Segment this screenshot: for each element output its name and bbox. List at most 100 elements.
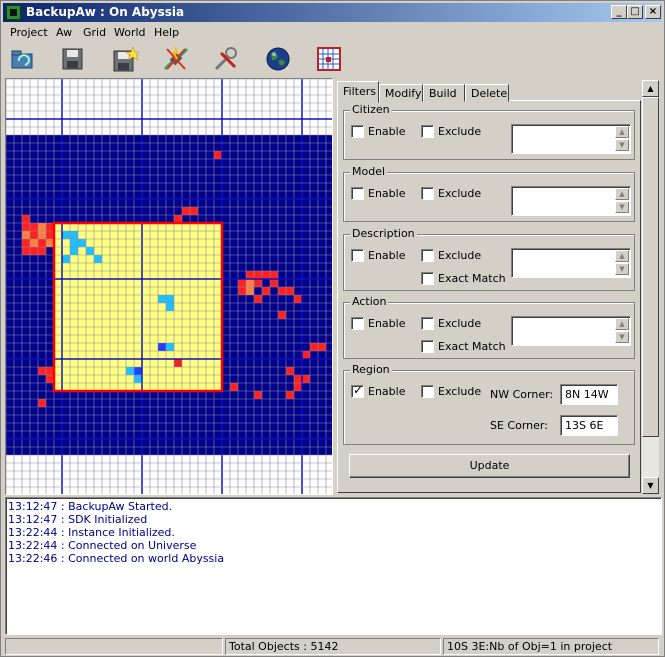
action-enable-checkbox[interactable]: [351, 317, 364, 330]
object-cell: [174, 359, 182, 367]
update-button[interactable]: Update: [349, 454, 630, 478]
disconnect-icon: [163, 46, 189, 71]
description-exclude-checkbox[interactable]: [421, 249, 434, 262]
toolbar: [3, 43, 662, 75]
description-exact-match-checkbox[interactable]: [421, 272, 434, 285]
close-button[interactable]: ×: [645, 5, 661, 19]
description-enable-checkbox[interactable]: [351, 249, 364, 262]
menu-aw[interactable]: Aw: [56, 26, 72, 39]
object-cell: [94, 255, 102, 263]
citizen-enable-checkbox[interactable]: [351, 125, 364, 138]
maximize-button[interactable]: □: [627, 5, 643, 19]
scroll-thumb[interactable]: [642, 97, 659, 437]
model-exclude-label: Exclude: [438, 187, 482, 200]
scroll-down-button[interactable]: ▼: [642, 477, 659, 494]
app-icon: [6, 5, 21, 20]
object-cell: [70, 247, 78, 255]
object-cell: [30, 223, 38, 231]
menu-grid[interactable]: Grid: [83, 26, 106, 39]
globe-button[interactable]: [263, 45, 293, 73]
tools-button[interactable]: [211, 45, 241, 73]
save-button[interactable]: [57, 45, 87, 73]
refresh-folder-button[interactable]: [7, 45, 37, 73]
filter-panel: Citizen Enable Exclude ▲ ▼ Model Enable …: [335, 78, 660, 495]
object-cell: [246, 287, 254, 295]
object-cell: [166, 295, 174, 303]
region-group: Region Enable Exclude NW Corner: 8N 14W …: [343, 363, 635, 445]
citizen-group: Citizen Enable Exclude ▲ ▼: [343, 103, 635, 160]
model-list-up-button[interactable]: ▲: [615, 188, 629, 200]
action-list[interactable]: ▲ ▼: [511, 316, 631, 346]
tab-modify[interactable]: Modify: [379, 84, 423, 102]
citizen-list-down-button[interactable]: ▼: [615, 139, 629, 151]
region-enable-checkbox[interactable]: [351, 383, 364, 398]
model-enable-checkbox[interactable]: [351, 187, 364, 200]
tab-delete[interactable]: Delete: [465, 84, 509, 102]
object-cell: [38, 399, 46, 407]
action-exact-match-checkbox[interactable]: [421, 340, 434, 353]
nw-corner-input[interactable]: 8N 14W: [560, 384, 618, 405]
citizen-list[interactable]: ▲ ▼: [511, 124, 631, 154]
description-group: Description Enable Exclude Exact Match ▲…: [343, 227, 635, 291]
object-cell: [38, 247, 46, 255]
model-exclude-checkbox[interactable]: [421, 187, 434, 200]
object-cell: [70, 239, 78, 247]
menu-project[interactable]: Project: [10, 26, 48, 39]
object-cell: [158, 295, 166, 303]
object-cell: [22, 239, 30, 247]
action-exclude-checkbox[interactable]: [421, 317, 434, 330]
object-cell: [22, 215, 30, 223]
scroll-up-button[interactable]: ▲: [642, 80, 659, 97]
region-exclude-checkbox[interactable]: [421, 385, 434, 398]
action-group-title: Action: [350, 295, 389, 308]
description-list-down-button[interactable]: ▼: [615, 263, 629, 275]
se-corner-input[interactable]: 13S 6E: [560, 415, 618, 436]
map-canvas[interactable]: [6, 79, 332, 494]
minimize-button[interactable]: _: [611, 5, 627, 19]
action-exclude-label: Exclude: [438, 317, 482, 330]
citizen-group-title: Citizen: [350, 103, 392, 116]
log-line: 13:22:44 : Connected on Universe: [8, 539, 197, 552]
tab-filters[interactable]: Filters: [337, 81, 379, 103]
menu-world[interactable]: World: [114, 26, 146, 39]
description-list[interactable]: ▲ ▼: [511, 248, 631, 278]
object-cell: [86, 247, 94, 255]
model-list[interactable]: ▲ ▼: [511, 186, 631, 216]
tab-build[interactable]: Build: [423, 84, 465, 102]
object-cell: [166, 343, 174, 351]
save-as-button[interactable]: [109, 45, 141, 73]
menu-help[interactable]: Help: [154, 26, 179, 39]
status-pane-left: [5, 638, 223, 655]
description-group-title: Description: [350, 227, 417, 240]
log-output[interactable]: 13:12:47 : BackupAw Started. 13:12:47 : …: [5, 497, 662, 635]
object-cell: [134, 375, 142, 383]
panel-scrollbar[interactable]: ▲ ▼: [642, 80, 659, 494]
object-cell: [270, 271, 278, 279]
disconnect-button[interactable]: [161, 45, 191, 73]
object-cell: [38, 231, 46, 239]
object-cell: [78, 239, 86, 247]
citizen-enable-label: Enable: [368, 125, 406, 138]
object-cell: [158, 343, 166, 351]
model-enable-label: Enable: [368, 187, 406, 200]
filters-tab-body: Citizen Enable Exclude ▲ ▼ Model Enable …: [337, 100, 641, 493]
object-cell: [22, 247, 30, 255]
object-cell: [238, 279, 246, 287]
object-cell: [246, 279, 254, 287]
model-list-down-button[interactable]: ▼: [615, 201, 629, 213]
description-exact-match-label: Exact Match: [438, 272, 506, 285]
action-list-up-button[interactable]: ▲: [615, 318, 629, 330]
action-group: Action Enable Exclude Exact Match ▲ ▼: [343, 295, 635, 359]
grid-button[interactable]: [314, 45, 344, 73]
description-enable-label: Enable: [368, 249, 406, 262]
description-list-up-button[interactable]: ▲: [615, 250, 629, 262]
action-list-down-button[interactable]: ▼: [615, 331, 629, 343]
nw-corner-label: NW Corner:: [490, 388, 554, 401]
object-cell: [22, 223, 30, 231]
grid-icon: [317, 47, 341, 71]
world-map-grid[interactable]: [5, 78, 333, 495]
region-exclude-label: Exclude: [438, 385, 482, 398]
citizen-list-up-button[interactable]: ▲: [615, 126, 629, 138]
object-cell: [30, 239, 38, 247]
citizen-exclude-checkbox[interactable]: [421, 125, 434, 138]
